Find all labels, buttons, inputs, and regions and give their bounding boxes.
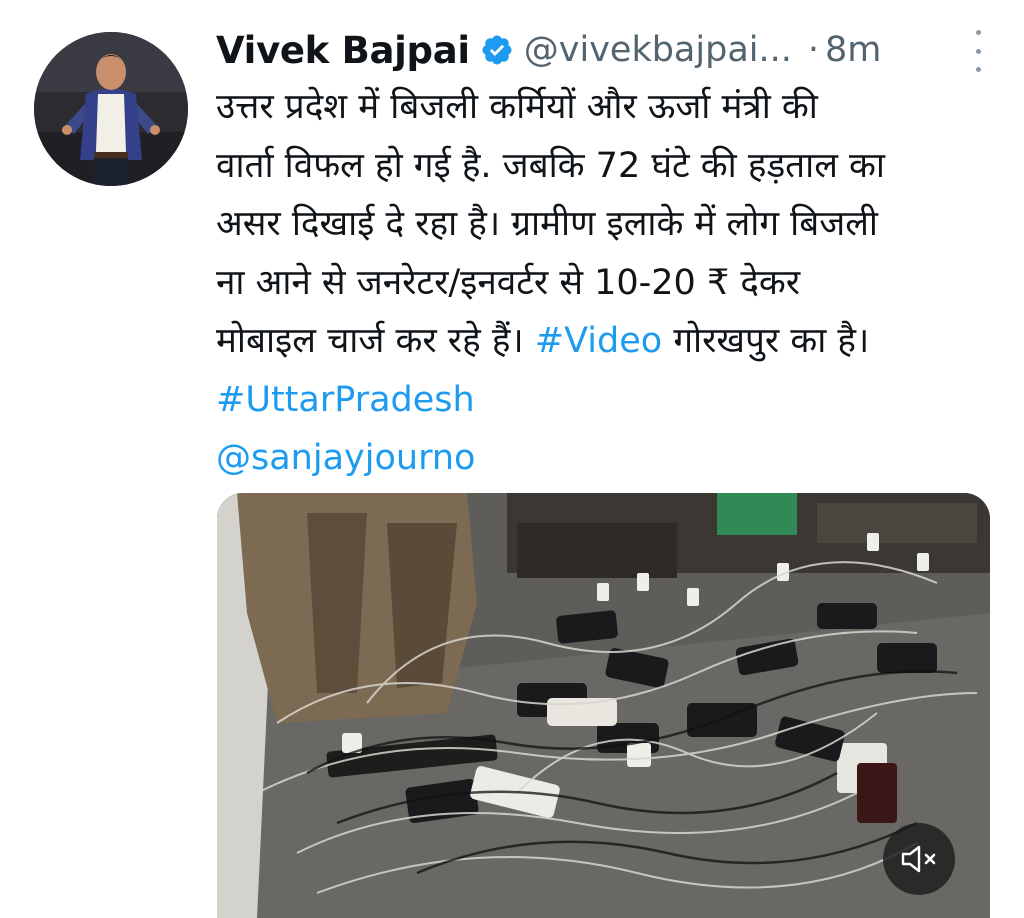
mention-link[interactable]: @sanjayjourno [216,429,1006,488]
author-handle[interactable]: @vivekbajpai... [524,30,792,70]
tweet-header: Vivek Bajpai @vivekbajpai... · 8m [216,22,1004,78]
avatar[interactable] [34,32,188,186]
hashtag-video-link[interactable]: #Video [535,321,662,361]
speaker-muted-icon[interactable] [883,823,955,895]
avatar-photo [34,32,188,186]
verified-badge-icon [480,33,514,67]
hashtag-uttarpradesh-link[interactable]: #UttarPradesh [216,371,1006,430]
tweet-body: उत्तर प्रदेश में बिजली कर्मियों और ऊर्जा… [216,78,1006,488]
separator-dot: · [807,30,820,70]
tweet-text-segment: मोबाइल चार्ज कर रहे हैं। [216,321,535,361]
tweet-text-line: ना आने से जनरेटर/इनवर्टर से 10-20 ₹ देकर [216,262,801,303]
timestamp[interactable]: 8m [825,30,881,70]
tweet-text-line: उत्तर प्रदेश में बिजली कर्मियों और ऊर्जा… [216,87,818,127]
author-name[interactable]: Vivek Bajpai [216,29,470,72]
tweet-text-line: वार्ता विफल हो गई है. जबकि 72 घंटे की हड… [216,145,885,186]
more-vertical-icon[interactable] [972,30,984,72]
tweet-video[interactable] [217,493,990,918]
tweet-text-segment: गोरखपुर का है। [662,321,870,361]
tweet-text-line: मोबाइल चार्ज कर रहे हैं। #Video गोरखपुर … [216,312,1006,371]
video-frame [217,493,990,918]
tweet-text-line: असर दिखाई दे रहा है। ग्रामीण इलाके में ल… [216,204,878,244]
